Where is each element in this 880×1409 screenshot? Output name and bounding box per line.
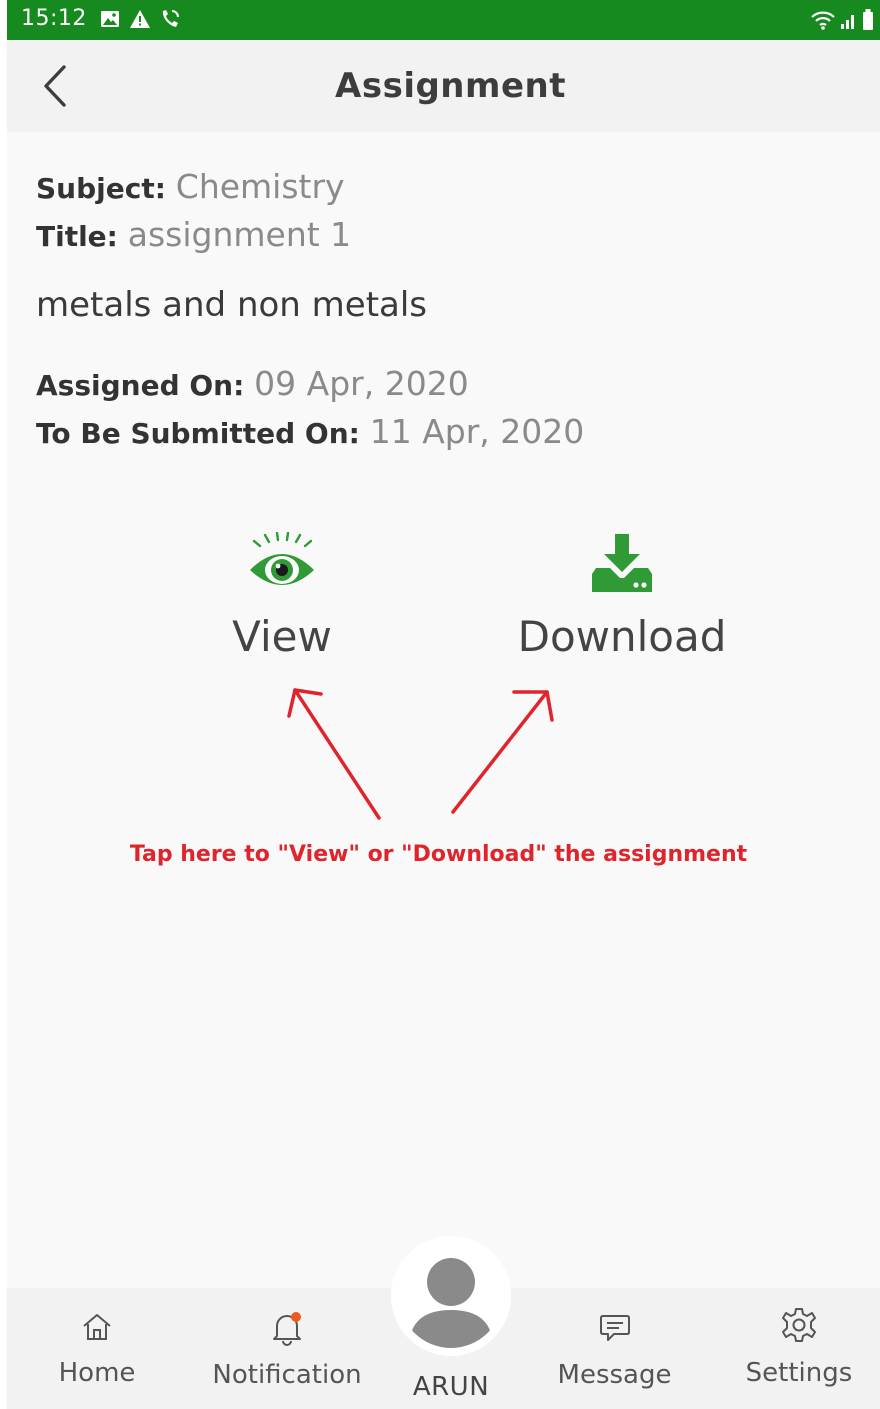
home-icon bbox=[83, 1314, 111, 1340]
view-label: View bbox=[232, 612, 332, 661]
notification-dot bbox=[291, 1312, 301, 1322]
app-bar: Assignment bbox=[7, 40, 880, 132]
view-button[interactable]: View bbox=[197, 531, 367, 661]
due-value: 11 Apr, 2020 bbox=[369, 412, 585, 451]
nav-notification-label: Notification bbox=[212, 1360, 362, 1390]
assignment-dates: Assigned On: 09 Apr, 2020 To Be Submitte… bbox=[36, 361, 584, 457]
status-indicators bbox=[810, 8, 874, 32]
due-row: To Be Submitted On: 11 Apr, 2020 bbox=[36, 409, 584, 457]
title-row: Title: assignment 1 bbox=[36, 212, 351, 260]
gear-icon bbox=[782, 1308, 816, 1342]
download-label: Download bbox=[517, 612, 727, 661]
assigned-row: Assigned On: 09 Apr, 2020 bbox=[36, 361, 584, 409]
subject-value: Chemistry bbox=[175, 167, 345, 206]
call-icon bbox=[162, 10, 179, 27]
eye-icon bbox=[250, 531, 314, 585]
avatar-icon bbox=[399, 1244, 503, 1348]
nav-home-label: Home bbox=[58, 1358, 136, 1388]
due-label: To Be Submitted On: bbox=[36, 417, 360, 450]
assignment-description: metals and non metals bbox=[36, 285, 428, 325]
app-screen: 15:12 Assignment Subject: Chemistry Titl… bbox=[7, 0, 880, 1409]
arrow-to-download bbox=[451, 690, 549, 814]
arrow-to-view bbox=[293, 688, 381, 820]
image-icon bbox=[101, 11, 119, 27]
profile-button[interactable] bbox=[391, 1236, 511, 1356]
bell-icon bbox=[273, 1312, 301, 1346]
nav-settings-label: Settings bbox=[745, 1358, 853, 1388]
arrow-head-view bbox=[287, 688, 323, 718]
title-value: assignment 1 bbox=[127, 215, 352, 254]
nav-message[interactable]: Message bbox=[552, 1310, 677, 1390]
subject-row: Subject: Chemistry bbox=[36, 164, 351, 212]
assigned-value: 09 Apr, 2020 bbox=[254, 364, 469, 403]
status-bar: 15:12 bbox=[7, 0, 880, 40]
assigned-label: Assigned On: bbox=[36, 369, 245, 402]
download-icon bbox=[592, 534, 652, 592]
nav-message-label: Message bbox=[557, 1360, 672, 1390]
download-button[interactable]: Download bbox=[507, 532, 737, 661]
nav-settings[interactable]: Settings bbox=[743, 1306, 855, 1388]
subject-label: Subject: bbox=[36, 172, 166, 205]
alert-icon bbox=[130, 10, 150, 28]
nav-notification[interactable]: Notification bbox=[207, 1310, 367, 1390]
status-time: 15:12 bbox=[21, 6, 87, 31]
page-title: Assignment bbox=[335, 66, 566, 106]
annotation-hint: Tap here to "View" or "Download" the ass… bbox=[129, 842, 748, 867]
signal-icon bbox=[841, 15, 854, 29]
chat-icon bbox=[599, 1315, 630, 1341]
arrow-head-download bbox=[512, 690, 554, 722]
battery-icon bbox=[863, 9, 873, 30]
title-label: Title: bbox=[36, 220, 118, 253]
nav-home[interactable]: Home bbox=[47, 1310, 147, 1388]
wifi-icon bbox=[811, 11, 835, 30]
profile-name: ARUN bbox=[412, 1372, 490, 1402]
assignment-details: Subject: Chemistry Title: assignment 1 bbox=[36, 164, 351, 260]
